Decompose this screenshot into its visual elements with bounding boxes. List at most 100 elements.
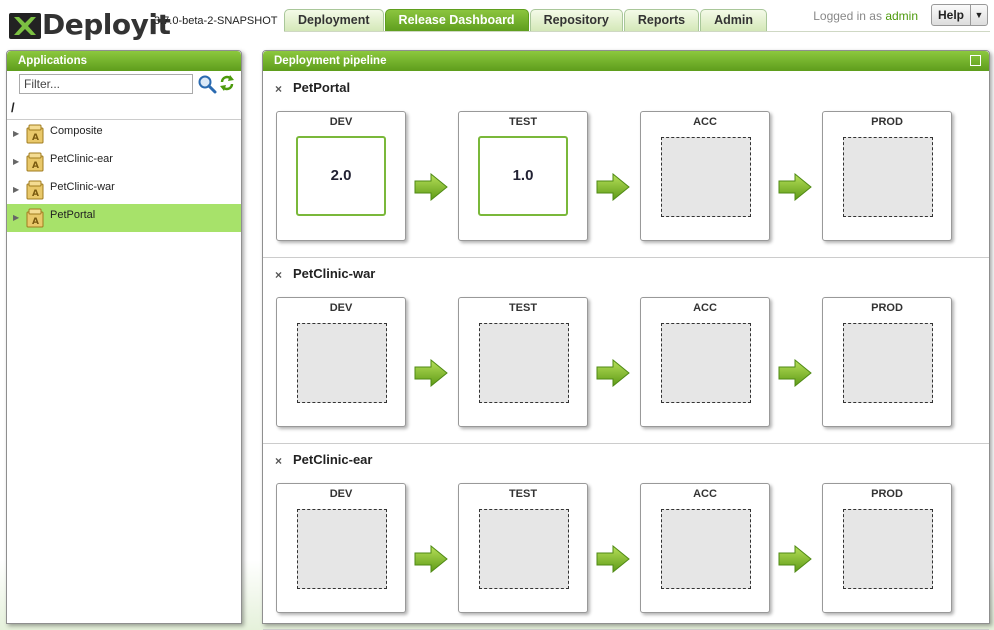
application-icon: A xyxy=(26,124,44,144)
deployment-pipeline-panel: Deployment pipeline × PetPortal DEV 2.0 … xyxy=(262,50,990,630)
stage-name: TEST xyxy=(508,488,538,500)
logged-in-prefix: Logged in as xyxy=(813,9,882,23)
logged-in-status: Logged in as admin xyxy=(813,9,918,23)
tree-item-label: PetClinic-ear xyxy=(50,153,113,165)
filter-input[interactable] xyxy=(19,74,193,94)
stage-test: TEST xyxy=(458,297,588,427)
tab-reports[interactable]: Reports xyxy=(623,9,700,31)
version-box[interactable]: 2.0 xyxy=(296,136,386,216)
stage-dev: DEV 2.0 xyxy=(276,111,406,241)
empty-slot xyxy=(843,323,933,403)
stage-name: DEV xyxy=(329,116,353,128)
arrow-right-icon xyxy=(414,359,448,387)
main-tabs: Deployment Release Dashboard Repository … xyxy=(284,9,768,31)
stage-acc: ACC xyxy=(640,483,770,613)
pipeline-section: × PetClinic-ear DEV TEST ACC PROD xyxy=(263,445,989,630)
refresh-icon[interactable] xyxy=(219,74,235,92)
stage-acc: ACC xyxy=(640,111,770,241)
stage-prod: PROD xyxy=(822,297,952,427)
empty-slot xyxy=(479,509,569,589)
stage-name: PROD xyxy=(871,488,903,500)
arrow-right-icon xyxy=(778,545,812,573)
help-menu[interactable]: Help ▼ xyxy=(930,4,988,26)
tree-item-label: PetClinic-war xyxy=(50,181,115,193)
close-icon[interactable]: × xyxy=(275,268,282,282)
tree-item-petclinic-ear[interactable]: ▶ A PetClinic-ear xyxy=(7,148,241,176)
header-divider xyxy=(284,31,990,32)
pipeline-section: × PetPortal DEV 2.0 TEST 1.0 ACC PROD xyxy=(263,73,989,258)
arrow-right-icon xyxy=(596,359,630,387)
stage-prod: PROD xyxy=(822,483,952,613)
expand-arrow-icon[interactable]: ▶ xyxy=(13,185,19,194)
empty-slot xyxy=(479,323,569,403)
stage-name: DEV xyxy=(329,302,353,314)
applications-panel-title: Applications xyxy=(7,51,241,71)
svg-text:A: A xyxy=(32,133,39,143)
stage-dev: DEV xyxy=(276,297,406,427)
section-title: PetPortal xyxy=(293,80,351,95)
app-name: Deployit xyxy=(42,8,171,41)
section-title: PetClinic-war xyxy=(293,266,376,281)
applications-panel: Applications / ▶ A Composite ▶ A PetCli xyxy=(6,50,242,624)
chevron-down-icon[interactable]: ▼ xyxy=(971,5,987,25)
logo-x-icon xyxy=(9,13,41,39)
arrow-right-icon xyxy=(778,173,812,201)
arrow-right-icon xyxy=(596,173,630,201)
tab-release-dashboard[interactable]: Release Dashboard xyxy=(384,9,529,31)
tab-admin[interactable]: Admin xyxy=(700,9,767,31)
tree-item-petportal[interactable]: ▶ A PetPortal xyxy=(7,204,241,232)
application-icon: A xyxy=(26,152,44,172)
empty-slot xyxy=(661,509,751,589)
maximize-icon[interactable] xyxy=(970,55,981,66)
svg-text:A: A xyxy=(32,189,39,199)
stage-name: PROD xyxy=(871,302,903,314)
stage-name: DEV xyxy=(329,488,353,500)
application-icon: A xyxy=(26,180,44,200)
stage-prod: PROD xyxy=(822,111,952,241)
svg-text:A: A xyxy=(32,161,39,171)
stage-acc: ACC xyxy=(640,297,770,427)
tab-repository[interactable]: Repository xyxy=(529,9,623,31)
expand-arrow-icon[interactable]: ▶ xyxy=(13,157,19,166)
close-icon[interactable]: × xyxy=(275,454,282,468)
version-label: 3.7.0-beta-2-SNAPSHOT xyxy=(154,15,278,27)
help-button[interactable]: Help xyxy=(932,5,971,25)
stage-name: ACC xyxy=(693,116,717,128)
empty-slot xyxy=(661,137,751,217)
arrow-right-icon xyxy=(596,545,630,573)
svg-text:A: A xyxy=(32,217,39,227)
stage-name: ACC xyxy=(693,488,717,500)
tree-root: / xyxy=(7,97,241,120)
section-title: PetClinic-ear xyxy=(293,452,373,467)
arrow-right-icon xyxy=(778,359,812,387)
stage-dev: DEV xyxy=(276,483,406,613)
filter-row xyxy=(7,71,241,97)
stage-name: ACC xyxy=(693,302,717,314)
stage-name: TEST xyxy=(508,116,538,128)
empty-slot xyxy=(661,323,751,403)
tree-item-petclinic-war[interactable]: ▶ A PetClinic-war xyxy=(7,176,241,204)
close-icon[interactable]: × xyxy=(275,82,282,96)
expand-arrow-icon[interactable]: ▶ xyxy=(13,213,19,222)
current-user-link[interactable]: admin xyxy=(885,9,918,23)
deployit-logo: Deployit xyxy=(8,6,171,41)
tab-deployment[interactable]: Deployment xyxy=(284,9,384,31)
tree-item-label: Composite xyxy=(50,125,103,137)
empty-slot xyxy=(297,323,387,403)
stage-name: TEST xyxy=(508,302,538,314)
application-icon: A xyxy=(26,208,44,228)
stage-test: TEST xyxy=(458,483,588,613)
empty-slot xyxy=(843,137,933,217)
pipeline-panel-title: Deployment pipeline xyxy=(263,51,989,71)
tree-item-composite[interactable]: ▶ A Composite xyxy=(7,120,241,148)
tree-item-label: PetPortal xyxy=(50,209,96,221)
search-icon[interactable] xyxy=(197,74,217,94)
expand-arrow-icon[interactable]: ▶ xyxy=(13,129,19,138)
empty-slot xyxy=(843,509,933,589)
arrow-right-icon xyxy=(414,173,448,201)
arrow-right-icon xyxy=(414,545,448,573)
version-box[interactable]: 1.0 xyxy=(478,136,568,216)
stage-test: TEST 1.0 xyxy=(458,111,588,241)
empty-slot xyxy=(297,509,387,589)
stage-name: PROD xyxy=(871,116,903,128)
